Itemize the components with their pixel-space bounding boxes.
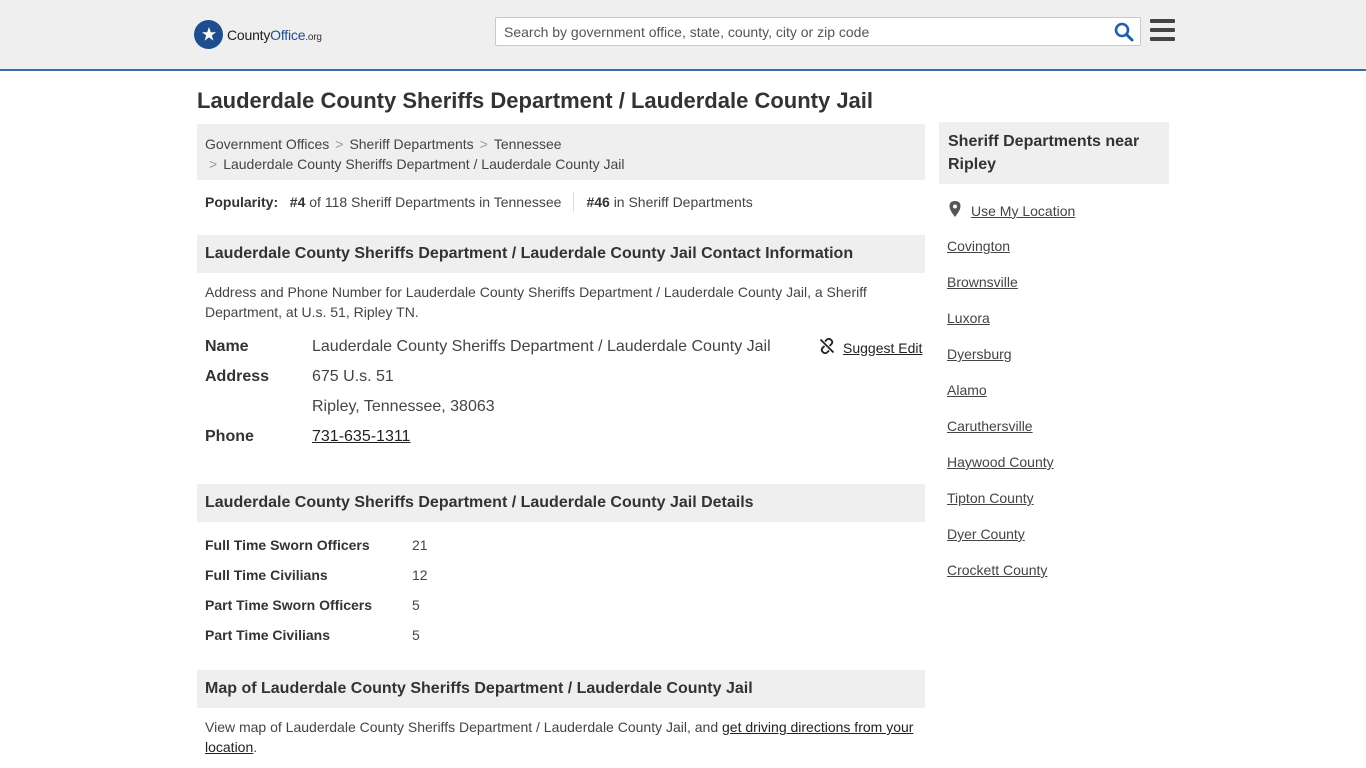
nearby-link[interactable]: Caruthersville xyxy=(947,418,1033,434)
list-item: Alamo xyxy=(947,380,1054,416)
search-icon[interactable] xyxy=(1114,22,1134,42)
detail-value: 21 xyxy=(412,537,428,553)
breadcrumb-separator: > xyxy=(479,136,488,152)
nearby-link[interactable]: Tipton County xyxy=(947,490,1034,506)
detail-label: Full Time Sworn Officers xyxy=(205,537,370,553)
divider xyxy=(573,192,575,212)
national-rank-text: in Sheriff Departments xyxy=(613,194,753,210)
name-value: Lauderdale County Sheriffs Department / … xyxy=(312,338,771,355)
search-input[interactable] xyxy=(496,18,1096,45)
list-item: Luxora xyxy=(947,308,1054,344)
state-rank: #4 xyxy=(289,194,306,210)
breadcrumb-separator: > xyxy=(209,156,218,172)
broken-link-icon xyxy=(819,337,835,357)
breadcrumb-current: Lauderdale County Sheriffs Department / … xyxy=(223,156,625,172)
state-rank-text: of 118 Sheriff Departments in Tennessee xyxy=(309,194,562,210)
nearby-list: Covington Brownsville Luxora Dyersburg A… xyxy=(947,236,1054,596)
top-header: CountyOffice.org xyxy=(0,0,1366,71)
list-item: Haywood County xyxy=(947,452,1054,488)
popularity-bar: Popularity: #4 of 118 Sheriff Department… xyxy=(205,192,753,212)
address-label: Address xyxy=(205,368,270,385)
breadcrumb-government-offices[interactable]: Government Offices xyxy=(205,136,329,152)
list-item: Crockett County xyxy=(947,560,1054,596)
page-title: Lauderdale County Sheriffs Department / … xyxy=(197,88,874,113)
map-pin-icon xyxy=(948,201,962,220)
map-heading: Map of Lauderdale County Sheriffs Depart… xyxy=(197,670,925,708)
site-logo[interactable]: CountyOffice.org xyxy=(194,20,322,49)
suggest-edit-link[interactable]: Suggest Edit xyxy=(843,340,922,356)
list-item: Tipton County xyxy=(947,488,1054,524)
nearby-link[interactable]: Dyersburg xyxy=(947,346,1012,362)
phone-value: 731-635-1311 xyxy=(312,428,410,446)
contact-description: Address and Phone Number for Lauderdale … xyxy=(205,284,867,320)
address-line-1: 675 U.s. 51 xyxy=(312,368,394,385)
nearby-link[interactable]: Haywood County xyxy=(947,454,1054,470)
list-item: Caruthersville xyxy=(947,416,1054,452)
nearby-link[interactable]: Luxora xyxy=(947,310,990,326)
breadcrumb-separator: > xyxy=(335,136,344,152)
nearby-link[interactable]: Alamo xyxy=(947,382,987,398)
use-location: Use My Location xyxy=(948,201,1075,220)
contact-heading: Lauderdale County Sheriffs Department / … xyxy=(197,235,925,273)
nearby-link[interactable]: Covington xyxy=(947,238,1010,254)
detail-value: 12 xyxy=(412,567,428,583)
phone-label: Phone xyxy=(205,428,254,445)
logo-wordmark: CountyOffice.org xyxy=(227,26,322,43)
list-item: Brownsville xyxy=(947,272,1054,308)
detail-label: Part Time Civilians xyxy=(205,627,331,643)
list-item: Covington xyxy=(947,236,1054,272)
breadcrumb-tennessee[interactable]: Tennessee xyxy=(494,136,562,152)
popularity-label: Popularity: xyxy=(205,194,279,210)
address-line-2: Ripley, Tennessee, 38063 xyxy=(312,398,495,415)
use-my-location-link[interactable]: Use My Location xyxy=(971,203,1075,219)
detail-value: 5 xyxy=(412,627,420,643)
nearby-link[interactable]: Crockett County xyxy=(947,562,1047,578)
suggest-edit: Suggest Edit xyxy=(819,337,922,357)
breadcrumb: Government Offices > Sheriff Departments > T… xyxy=(197,124,925,180)
list-item: Dyer County xyxy=(947,524,1054,560)
map-description: View map of Lauderdale County Sheriffs D… xyxy=(205,719,914,755)
detail-value: 5 xyxy=(412,597,420,613)
name-label: Name xyxy=(205,338,249,355)
detail-label: Part Time Sworn Officers xyxy=(205,597,373,613)
nearby-link[interactable]: Brownsville xyxy=(947,274,1018,290)
phone-link[interactable]: 731-635-1311 xyxy=(312,428,410,445)
detail-label: Full Time Civilians xyxy=(205,567,328,583)
national-rank: #46 xyxy=(586,194,610,210)
search-bar xyxy=(495,17,1141,46)
list-item: Dyersburg xyxy=(947,344,1054,380)
star-seal-icon xyxy=(194,20,223,49)
breadcrumb-sheriff-departments[interactable]: Sheriff Departments xyxy=(349,136,473,152)
hamburger-menu-icon[interactable] xyxy=(1150,19,1175,41)
nearby-link[interactable]: Dyer County xyxy=(947,526,1025,542)
sidebar-heading: Sheriff Departments near Ripley xyxy=(939,122,1169,184)
details-heading: Lauderdale County Sheriffs Department / … xyxy=(197,484,925,522)
